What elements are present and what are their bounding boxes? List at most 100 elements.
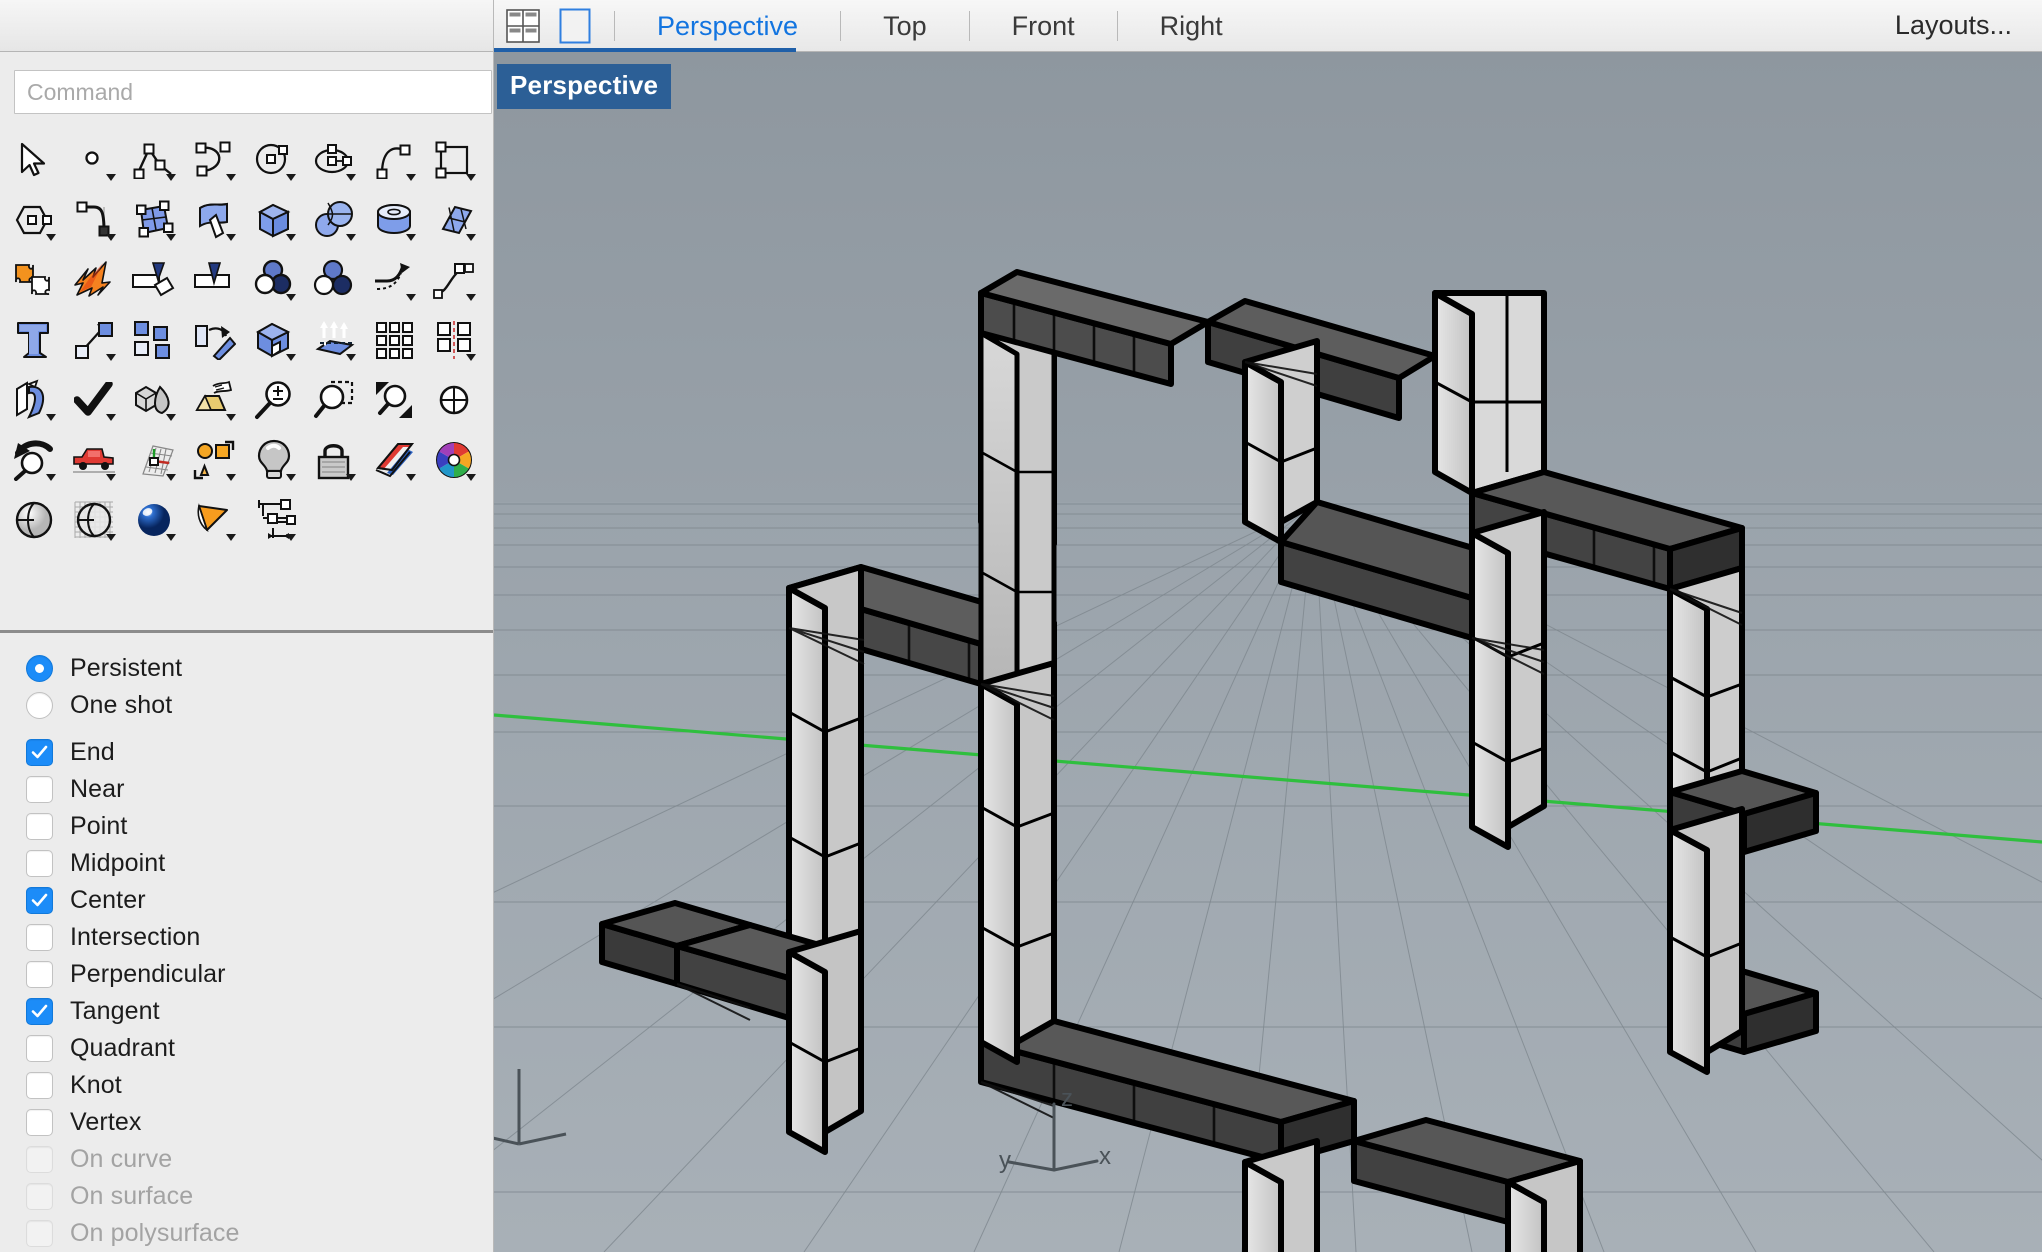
chevron-down-icon[interactable] xyxy=(406,294,416,301)
array-grid-icon[interactable] xyxy=(364,310,424,370)
array-icon[interactable] xyxy=(424,250,484,310)
four-viewport-layout-icon[interactable] xyxy=(500,6,546,46)
checkbox-center[interactable] xyxy=(26,886,53,914)
chevron-down-icon[interactable] xyxy=(406,474,416,481)
explode-icon[interactable] xyxy=(64,250,124,310)
color-wheel-icon[interactable] xyxy=(424,430,484,490)
named-view-car-icon[interactable] xyxy=(64,430,124,490)
chevron-down-icon[interactable] xyxy=(406,234,416,241)
offset-curve-icon[interactable] xyxy=(364,250,424,310)
zoom-in-out-icon[interactable] xyxy=(244,370,304,430)
chevron-down-icon[interactable] xyxy=(166,234,176,241)
chevron-down-icon[interactable] xyxy=(346,234,356,241)
ellipse-icon[interactable] xyxy=(304,130,364,190)
cylinder-solid-icon[interactable] xyxy=(364,190,424,250)
chevron-down-icon[interactable] xyxy=(286,474,296,481)
osnap-item-midpoint[interactable]: Midpoint xyxy=(26,845,493,881)
chevron-down-icon[interactable] xyxy=(106,354,116,361)
chevron-down-icon[interactable] xyxy=(106,414,116,421)
shaded-sphere-icon[interactable] xyxy=(4,490,64,550)
layer-color-icon[interactable] xyxy=(364,430,424,490)
plugin-puzzle-icon[interactable] xyxy=(4,250,64,310)
osnap-item-knot[interactable]: Knot xyxy=(26,1067,493,1103)
chevron-down-icon[interactable] xyxy=(106,234,116,241)
layer-light-icon[interactable] xyxy=(244,430,304,490)
chevron-down-icon[interactable] xyxy=(286,294,296,301)
render-mesh-icon[interactable] xyxy=(184,370,244,430)
chevron-down-icon[interactable] xyxy=(106,174,116,181)
copy-icon[interactable] xyxy=(124,310,184,370)
chevron-down-icon[interactable] xyxy=(226,474,236,481)
surface-from-points-icon[interactable] xyxy=(124,190,184,250)
command-input[interactable] xyxy=(14,70,492,114)
radio-button-one-shot[interactable] xyxy=(26,691,53,719)
shape-group-icon[interactable] xyxy=(124,370,184,430)
chevron-down-icon[interactable] xyxy=(106,534,116,541)
chevron-down-icon[interactable] xyxy=(226,174,236,181)
boolean-difference-icon[interactable] xyxy=(304,250,364,310)
tab-top[interactable]: Top xyxy=(857,0,953,52)
rendered-sphere-icon[interactable] xyxy=(124,490,184,550)
boolean-union-icon[interactable] xyxy=(244,250,304,310)
tab-perspective[interactable]: Perspective xyxy=(631,0,824,52)
pan-icon[interactable] xyxy=(424,370,484,430)
zoom-extents-icon[interactable] xyxy=(364,370,424,430)
lock-object-icon[interactable] xyxy=(304,430,364,490)
viewport-title-label[interactable]: Perspective xyxy=(497,64,672,109)
chevron-down-icon[interactable] xyxy=(346,354,356,361)
trim-icon[interactable] xyxy=(124,250,184,310)
chevron-down-icon[interactable] xyxy=(226,234,236,241)
chevron-down-icon[interactable] xyxy=(46,474,56,481)
checkbox-point[interactable] xyxy=(26,812,53,840)
osnap-item-intersection[interactable]: Intersection xyxy=(26,919,493,955)
layouts-button[interactable]: Layouts... xyxy=(1895,10,2012,41)
chevron-down-icon[interactable] xyxy=(466,294,476,301)
checkbox-vertex[interactable] xyxy=(26,1108,53,1136)
checkbox-tangent[interactable] xyxy=(26,997,53,1025)
ghosted-sphere-icon[interactable] xyxy=(64,490,124,550)
viewport-3d-scene[interactable] xyxy=(494,52,2042,1252)
checkbox-intersection[interactable] xyxy=(26,923,53,951)
rectangle-icon[interactable] xyxy=(424,130,484,190)
osnap-item-perpendicular[interactable]: Perpendicular xyxy=(26,956,493,992)
osnap-item-center[interactable]: Center xyxy=(26,882,493,918)
chevron-down-icon[interactable] xyxy=(226,534,236,541)
radio-button-persistent[interactable] xyxy=(26,654,53,682)
box-solid-icon[interactable] xyxy=(244,190,304,250)
osnap-item-vertex[interactable]: Vertex xyxy=(26,1104,493,1140)
curve-interpolate-icon[interactable] xyxy=(184,130,244,190)
chevron-down-icon[interactable] xyxy=(286,534,296,541)
chevron-down-icon[interactable] xyxy=(226,414,236,421)
text-tool-icon[interactable] xyxy=(4,310,64,370)
osnap-mode-persistent[interactable]: Persistent xyxy=(26,650,493,686)
tab-front[interactable]: Front xyxy=(986,0,1101,52)
chevron-down-icon[interactable] xyxy=(46,234,56,241)
fillet-curve-icon[interactable] xyxy=(64,190,124,250)
checkbox-midpoint[interactable] xyxy=(26,849,53,877)
point-icon[interactable] xyxy=(64,130,124,190)
osnap-item-tangent[interactable]: Tangent xyxy=(26,993,493,1029)
chevron-down-icon[interactable] xyxy=(106,474,116,481)
surface-sweep-icon[interactable] xyxy=(184,190,244,250)
zoom-previous-icon[interactable] xyxy=(4,430,64,490)
rotate-icon[interactable] xyxy=(184,310,244,370)
cplane-grid-icon[interactable] xyxy=(124,430,184,490)
osnap-item-quadrant[interactable]: Quadrant xyxy=(26,1030,493,1066)
move-icon[interactable] xyxy=(64,310,124,370)
chevron-down-icon[interactable] xyxy=(466,354,476,361)
select-arrow-icon[interactable] xyxy=(4,130,64,190)
chevron-down-icon[interactable] xyxy=(286,354,296,361)
chevron-down-icon[interactable] xyxy=(346,174,356,181)
checkbox-near[interactable] xyxy=(26,775,53,803)
chevron-down-icon[interactable] xyxy=(406,174,416,181)
osnap-item-end[interactable]: End xyxy=(26,734,493,770)
chevron-down-icon[interactable] xyxy=(466,474,476,481)
osnap-mode-one-shot[interactable]: One shot xyxy=(26,687,493,723)
checkbox-perpendicular[interactable] xyxy=(26,960,53,988)
zoom-window-icon[interactable] xyxy=(304,370,364,430)
group-objects-icon[interactable] xyxy=(184,430,244,490)
scale-box-icon[interactable] xyxy=(244,310,304,370)
chevron-down-icon[interactable] xyxy=(166,534,176,541)
checkbox-knot[interactable] xyxy=(26,1071,53,1099)
arc-icon[interactable] xyxy=(364,130,424,190)
